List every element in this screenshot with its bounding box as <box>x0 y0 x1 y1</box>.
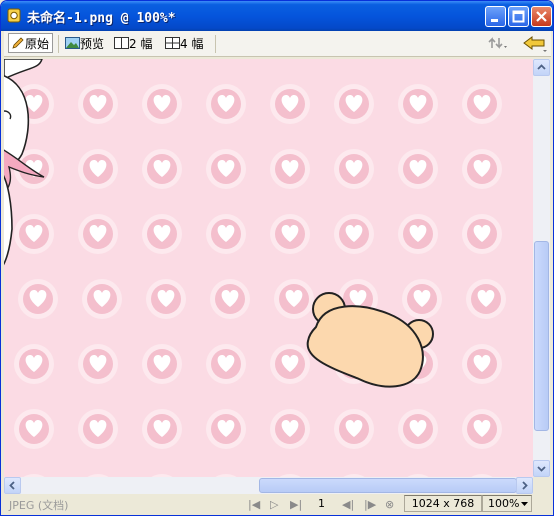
dropdown-arrow-icon <box>521 502 528 506</box>
heart-circle-icon <box>78 149 118 189</box>
heart-circle-icon <box>18 279 58 319</box>
close-icon <box>536 11 547 22</box>
heart-circle-icon <box>14 409 54 449</box>
chevron-right-icon <box>522 481 528 490</box>
zoom-select[interactable]: 100% <box>482 495 532 512</box>
tab-two-up[interactable]: 2 幅 <box>114 35 152 53</box>
heart-circle-icon <box>82 279 122 319</box>
play-icon[interactable]: ▷ <box>270 498 278 511</box>
heart-circle-icon <box>334 84 374 124</box>
previous-frame-icon[interactable]: ◀| <box>342 498 354 511</box>
heart-circle-icon <box>270 84 310 124</box>
image-canvas[interactable] <box>4 59 533 477</box>
heart-circle-icon <box>462 344 502 384</box>
vertical-scroll-thumb[interactable] <box>534 241 549 431</box>
file-type-label: JPEG (文档) <box>9 499 69 512</box>
chevron-down-icon <box>537 466 546 472</box>
four-panel-icon <box>165 37 180 49</box>
first-frame-icon[interactable]: |◀ <box>248 498 260 511</box>
heart-circle-icon <box>206 409 246 449</box>
tab-four-up[interactable]: 4 幅 <box>165 35 203 53</box>
heart-circle-icon <box>462 84 502 124</box>
scroll-down-button[interactable] <box>533 460 550 477</box>
scrollbar-corner <box>533 477 550 494</box>
tab-two-up-label: 2 幅 <box>129 37 153 51</box>
heart-circle-icon <box>466 279 506 319</box>
maximize-icon <box>512 10 525 23</box>
zoom-value: 100% <box>488 497 520 510</box>
maximize-button[interactable] <box>508 6 529 27</box>
tab-preview[interactable]: 预览 <box>65 35 104 53</box>
title-bar[interactable]: 未命名-1.png @ 100%* <box>1 1 553 31</box>
heart-circle-icon <box>398 84 438 124</box>
app-icon <box>7 8 21 23</box>
next-frame-icon[interactable]: |▶ <box>364 498 376 511</box>
heart-circle-icon <box>78 344 118 384</box>
heart-circle-icon <box>142 149 182 189</box>
pointer-hand-icon[interactable] <box>522 34 548 52</box>
scroll-up-button[interactable] <box>533 59 550 76</box>
heart-circle-icon <box>398 149 438 189</box>
heart-circle-icon <box>78 84 118 124</box>
minimize-button[interactable] <box>485 6 506 27</box>
heart-circle-icon <box>206 149 246 189</box>
scroll-right-button[interactable] <box>516 477 533 494</box>
heart-circle-icon <box>270 344 310 384</box>
heart-circle-icon <box>14 214 54 254</box>
last-frame-icon[interactable]: ▶| <box>290 498 302 511</box>
toolbar-divider <box>58 35 59 53</box>
heart-circle-icon <box>334 214 374 254</box>
heart-circle-icon <box>462 149 502 189</box>
heart-circle-icon <box>14 344 54 384</box>
pencil-icon <box>12 37 24 49</box>
heart-circle-icon <box>270 149 310 189</box>
heart-circle-icon <box>78 409 118 449</box>
heart-circle-icon <box>270 214 310 254</box>
close-button[interactable] <box>531 6 552 27</box>
heart-circle-icon <box>210 279 250 319</box>
heart-circle-icon <box>142 344 182 384</box>
heart-circle-icon <box>270 409 310 449</box>
window-title: 未命名-1.png @ 100%* <box>27 11 176 26</box>
heart-circle-icon <box>78 214 118 254</box>
heart-circle-icon <box>462 214 502 254</box>
stop-icon[interactable]: ⊗ <box>385 498 394 511</box>
heart-circle-icon <box>334 409 374 449</box>
image-dimensions: 1024 x 768 <box>404 495 482 512</box>
heart-circle-icon <box>142 409 182 449</box>
scroll-left-button[interactable] <box>4 477 21 494</box>
tab-original-label: 原始 <box>25 37 50 51</box>
heart-circle-icon <box>206 214 246 254</box>
heart-circle-icon <box>274 279 314 319</box>
status-bar: JPEG (文档) |◀ ▷ ▶| 1 ◀| |▶ ⊗ 1024 x 768 1… <box>4 494 551 514</box>
minimize-icon <box>491 19 498 22</box>
view-toolbar: 原始 预览 2 幅 4 幅 <box>4 31 551 57</box>
chevron-left-icon <box>9 481 15 490</box>
heart-circle-icon <box>142 214 182 254</box>
heart-circle-icon <box>146 279 186 319</box>
canvas-artwork <box>4 59 506 477</box>
document-window: 未命名-1.png @ 100%* 原始 预览 2 幅 4 幅 JPEG (文档… <box>0 0 554 516</box>
two-panel-icon <box>114 37 129 49</box>
chevron-up-icon <box>537 64 546 70</box>
page-number: 1 <box>318 497 325 510</box>
heart-circle-icon <box>142 84 182 124</box>
export-arrows-icon[interactable] <box>488 34 510 52</box>
tab-preview-label: 预览 <box>80 37 105 51</box>
tab-original[interactable]: 原始 <box>8 33 54 53</box>
heart-circle-icon <box>398 214 438 254</box>
heart-circle-icon <box>402 279 442 319</box>
heart-circle-icon <box>206 84 246 124</box>
heart-circle-icon <box>206 344 246 384</box>
horizontal-scroll-thumb[interactable] <box>259 478 517 493</box>
image-preview-icon <box>65 37 80 49</box>
toolbar-divider <box>215 35 216 53</box>
heart-circle-icon <box>334 149 374 189</box>
heart-circle-icon <box>398 409 438 449</box>
heart-pattern <box>14 84 506 477</box>
heart-circle-icon <box>462 409 502 449</box>
tab-four-up-label: 4 幅 <box>180 37 204 51</box>
